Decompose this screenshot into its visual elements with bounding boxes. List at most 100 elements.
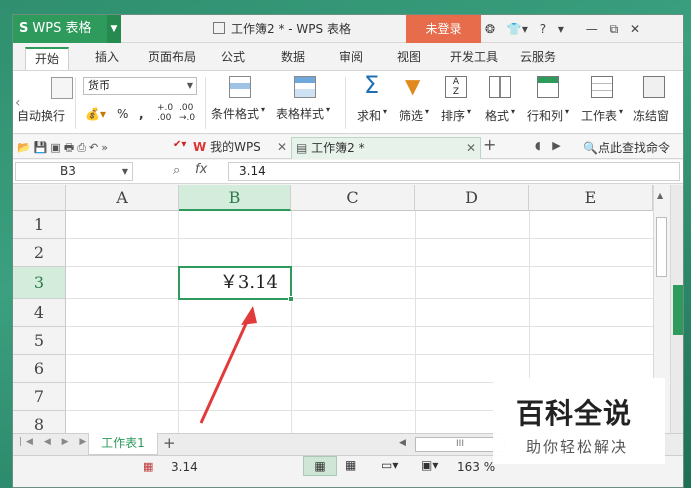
chevron-down-icon[interactable]: ▼ xyxy=(107,15,121,43)
function-wizard-button[interactable]: fx xyxy=(195,162,207,177)
tab-page-layout[interactable]: 页面布局 xyxy=(141,47,203,70)
chevron-down-icon[interactable]: ▾ xyxy=(619,107,623,116)
zoom-search-icon[interactable]: ⌕ xyxy=(173,163,180,178)
sort-button[interactable]: 排序 xyxy=(441,107,465,124)
view-layout-icon[interactable]: ▭▾ xyxy=(381,458,398,472)
status-value: 3.14 xyxy=(171,460,198,474)
row-col-button[interactable]: 行和列 xyxy=(527,107,563,124)
side-panel-strip[interactable] xyxy=(670,185,683,433)
scroll-up-icon[interactable]: ▲ xyxy=(657,191,663,200)
chevron-down-icon[interactable]: ▾ xyxy=(467,107,471,116)
help-icon[interactable]: ? xyxy=(540,22,546,36)
share-icon[interactable]: ◖ xyxy=(535,139,541,152)
worksheet-icon xyxy=(591,76,613,98)
undo-icon[interactable]: ↶ xyxy=(89,141,101,154)
side-panel-toggle[interactable] xyxy=(673,285,683,335)
tab-my-wps[interactable]: W 我的WPS ✕ xyxy=(189,137,289,159)
tab-formulas[interactable]: 公式 xyxy=(213,47,253,70)
watermark-title: 百科全说 xyxy=(516,397,633,430)
formula-input[interactable]: 3.14 xyxy=(228,162,680,181)
scroll-thumb[interactable] xyxy=(656,217,667,277)
wps-logo-icon: S xyxy=(19,21,29,36)
print-icon[interactable]: 🖶 xyxy=(64,141,77,154)
number-format-select[interactable]: 货币 ▼ xyxy=(83,77,197,95)
view-normal-icon[interactable]: ▦ xyxy=(303,456,337,476)
name-box[interactable]: B3 ▼ xyxy=(15,162,133,181)
tab-home[interactable]: 开始 xyxy=(25,47,69,70)
tab-review[interactable]: 审阅 xyxy=(331,47,371,70)
tab-cloud[interactable]: 云服务 xyxy=(513,47,563,70)
horizontal-scroll-left[interactable]: ◀ xyxy=(399,438,406,448)
open-icon[interactable]: 📂 xyxy=(17,141,34,154)
redo-icon[interactable]: » xyxy=(101,141,111,154)
tab-workbook[interactable]: ▤ 工作簿2 * ✕ xyxy=(291,137,481,159)
freeze-pane-button[interactable]: 冻结窗 xyxy=(633,107,669,124)
app-menu-button[interactable]: S WPS 表格 ▼ xyxy=(13,15,121,43)
sheet-tab-1[interactable]: 工作表1 xyxy=(88,433,158,455)
wrap-text-button[interactable]: 自动换行 xyxy=(17,107,65,124)
arrow-shaft xyxy=(199,316,251,424)
command-search[interactable]: 🔍点此查找命令 xyxy=(583,139,670,156)
document-icon xyxy=(213,22,225,34)
print-preview-icon[interactable]: ⎙ xyxy=(77,141,89,154)
app-name: WPS 表格 xyxy=(32,21,92,36)
autosum-button[interactable]: 求和 xyxy=(357,107,381,124)
send-icon[interactable]: ▶ xyxy=(552,139,560,152)
increase-decimal-button[interactable]: +.0.00 xyxy=(157,103,173,123)
sheet-file-icon: ▤ xyxy=(296,141,308,155)
sheet-nav-arrows[interactable]: |◀ ◀ ▶ ▶| xyxy=(19,437,97,447)
zoom-level[interactable]: 163 % xyxy=(457,460,495,474)
menu-bar: 开始 插入 页面布局 公式 数据 审阅 视图 开发工具 云服务 xyxy=(13,44,683,70)
horizontal-scroll-thumb[interactable]: III xyxy=(415,437,505,452)
chevron-down-icon[interactable]: ▼ xyxy=(122,163,128,180)
shirt-icon[interactable]: 👕▾ xyxy=(507,22,528,36)
add-sheet-button[interactable]: + xyxy=(163,434,176,452)
restore-icon[interactable]: ⧉ xyxy=(610,22,619,36)
comma-button[interactable]: , xyxy=(139,107,144,121)
conditional-format-button[interactable]: 条件格式 xyxy=(211,105,259,122)
save-icon[interactable]: 💾 xyxy=(34,141,51,154)
table-style-button[interactable]: 表格样式 xyxy=(276,105,324,122)
new-tab-button[interactable]: + xyxy=(483,135,496,154)
tab-data[interactable]: 数据 xyxy=(273,47,313,70)
document-tab-bar: 📂💾▣🖶⎙↶» ✔▾ W 我的WPS ✕ ▤ 工作簿2 * ✕ + ◖ ▶ 🔍点… xyxy=(13,135,683,159)
login-button[interactable]: 未登录 xyxy=(406,15,481,43)
view-page-break-icon[interactable]: ▦ xyxy=(345,458,356,472)
watermark-subtitle: 助你轻松解决 xyxy=(526,438,629,456)
skin-icon[interactable]: ❂ xyxy=(485,22,495,36)
tab-insert[interactable]: 插入 xyxy=(87,47,127,70)
title-toolbar: ❂ 👕▾ ? ▾ — ⧉ ✕ xyxy=(485,15,648,43)
currency-format-button[interactable]: 💰▾ xyxy=(85,107,106,121)
chevron-down-icon[interactable]: ▾ xyxy=(383,107,387,116)
customize-toolbar-icon[interactable]: ✔▾ xyxy=(173,139,186,150)
help-dropdown-icon[interactable]: ▾ xyxy=(558,22,564,36)
divider xyxy=(205,77,206,129)
wrap-text-icon xyxy=(51,77,73,99)
window-title: 工作簿2 * - WPS 表格 xyxy=(213,15,351,43)
sum-icon: Σ xyxy=(364,71,380,99)
close-icon[interactable]: ✕ xyxy=(277,137,287,157)
chevron-down-icon[interactable]: ▾ xyxy=(565,107,569,116)
toolbar-right-icons: ◖ ▶ xyxy=(535,139,561,152)
tab-view[interactable]: 视图 xyxy=(389,47,429,70)
chevron-down-icon[interactable]: ▾ xyxy=(425,107,429,116)
calendar-icon: ▦ xyxy=(143,460,154,473)
chevron-down-icon[interactable]: ▾ xyxy=(261,105,265,114)
row-col-icon xyxy=(537,76,559,98)
percent-button[interactable]: % xyxy=(117,107,128,121)
minimize-icon[interactable]: — xyxy=(586,22,598,36)
formula-bar: B3 ▼ ⌕ fx 3.14 xyxy=(13,160,683,184)
close-icon[interactable]: ✕ xyxy=(466,138,476,158)
format-icon xyxy=(489,76,511,98)
tab-developer[interactable]: 开发工具 xyxy=(445,47,503,70)
export-pdf-icon[interactable]: ▣ xyxy=(50,141,63,154)
format-button[interactable]: 格式 xyxy=(485,107,509,124)
close-icon[interactable]: ✕ xyxy=(630,22,640,36)
decrease-decimal-button[interactable]: .00 →.0 xyxy=(179,103,195,123)
chevron-down-icon[interactable]: ▾ xyxy=(326,105,330,114)
title-bar: S WPS 表格 ▼ 工作簿2 * - WPS 表格 未登录 ❂ 👕▾ ? ▾ —… xyxy=(13,15,683,43)
worksheet-button[interactable]: 工作表 xyxy=(581,107,617,124)
chevron-down-icon[interactable]: ▾ xyxy=(511,107,515,116)
reading-mode-icon[interactable]: ▣▾ xyxy=(421,458,438,472)
filter-button[interactable]: 筛选 xyxy=(399,107,423,124)
